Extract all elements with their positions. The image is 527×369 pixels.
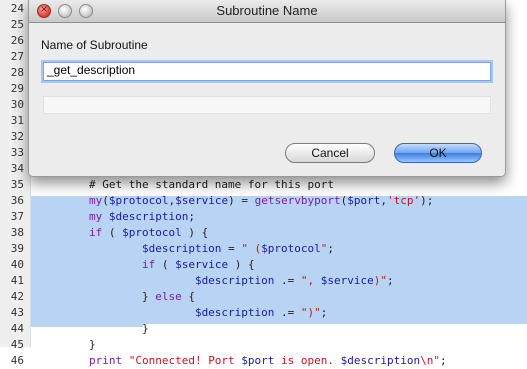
code-token: )" [373,274,388,287]
code-token: $protocol [122,226,182,239]
code-token: $service [175,258,229,271]
code-line[interactable]: $description = " ($protocol"; [36,241,334,257]
line-number: 33 [10,146,24,159]
code-token: $service [175,194,229,207]
code-token: ) { [181,226,209,239]
line-number: 26 [10,34,24,47]
code-token: ( [102,226,123,239]
subroutine-name-input[interactable]: _get_description [41,60,493,83]
code-line[interactable]: # Get the standard name for this port [36,177,334,193]
code-token: ( [102,194,109,207]
code-line[interactable]: if ( $service ) { [36,257,255,273]
line-number: 24 [10,2,24,15]
line-number: 37 [10,210,24,223]
code-token: $description [36,242,222,255]
code-token: my [36,194,103,207]
dialog-title: Subroutine Name [216,3,318,18]
code-token: $description [36,306,275,319]
code-token: $service [320,274,374,287]
code-token: { [181,290,195,303]
line-number: 45 [10,338,24,351]
status-field [43,96,491,114]
code-token: ; [320,306,328,319]
code-token: else [155,290,182,303]
subroutine-name-dialog: × Subroutine Name Name of Subroutine _ge… [28,0,506,177]
code-token: my [36,210,109,223]
code-line[interactable]: my($protocol,$service) = getservbyport($… [36,193,433,209]
code-token: $protocol [261,242,321,255]
code-token: ")" [300,306,321,319]
line-number: 35 [10,178,24,191]
line-number: 34 [10,162,24,175]
code-token: ; [440,354,447,367]
line-number: 43 [10,306,24,319]
code-token: ; [188,210,195,223]
code-line[interactable]: } [36,337,96,353]
code-token: $port [347,194,381,207]
code-line[interactable]: } else { [36,289,195,305]
code-token: .= [274,306,301,319]
line-number: 31 [10,114,24,127]
line-number: 46 [10,354,24,367]
subroutine-name-label: Name of Subroutine [41,38,148,52]
code-token: ; [387,274,394,287]
dialog-titlebar: × Subroutine Name [29,0,505,23]
line-number: 30 [10,98,24,111]
code-token: .= [274,274,301,287]
code-token: } [36,290,156,303]
code-token: "Connected! Port [128,354,242,367]
code-token: $description [36,274,275,287]
code-line[interactable]: $description .= ")"; [36,305,327,321]
code-line[interactable]: } [36,321,149,337]
code-token: } [36,322,149,335]
code-line[interactable]: $description .= ", $service)"; [36,273,394,289]
line-number: 41 [10,274,24,287]
code-token: ) { [228,258,255,271]
line-number: 27 [10,50,24,63]
line-number: 28 [10,66,24,79]
line-number: 32 [10,130,24,143]
code-token: getservbyport [254,194,341,207]
line-number: 39 [10,242,24,255]
code-token: $protocol [108,194,169,207]
line-number: 25 [10,18,24,31]
line-number: 44 [10,322,24,335]
code-token: } [36,338,96,351]
code-line[interactable]: my $description; [36,209,195,225]
code-token: ); [420,194,434,207]
code-token: ; [327,242,335,255]
line-number: 36 [10,194,24,207]
code-token: $port [241,354,275,367]
code-token: ", [300,274,321,287]
code-token: if [36,226,103,239]
code-token: $description [108,210,189,223]
ok-button[interactable]: OK [394,143,482,163]
code-token: \n" [420,354,441,367]
code-token: 'tcp' [387,194,421,207]
code-token: is open. [274,354,341,367]
code-token: ( [155,258,176,271]
code-token: $description [340,354,421,367]
code-token: print [36,354,129,367]
line-number: 29 [10,82,24,95]
code-token: " ( [241,242,262,255]
code-line[interactable]: print "Connected! Port $port is open. $d… [36,353,447,369]
code-token: # Get the standard name for this port [36,178,335,191]
code-token: ) = [228,194,255,207]
cancel-button[interactable]: Cancel [285,143,375,163]
code-line[interactable]: if ( $protocol ) { [36,225,208,241]
code-token: if [36,258,156,271]
line-number: 38 [10,226,24,239]
code-token: = [221,242,242,255]
line-number: 42 [10,290,24,303]
line-number: 40 [10,258,24,271]
